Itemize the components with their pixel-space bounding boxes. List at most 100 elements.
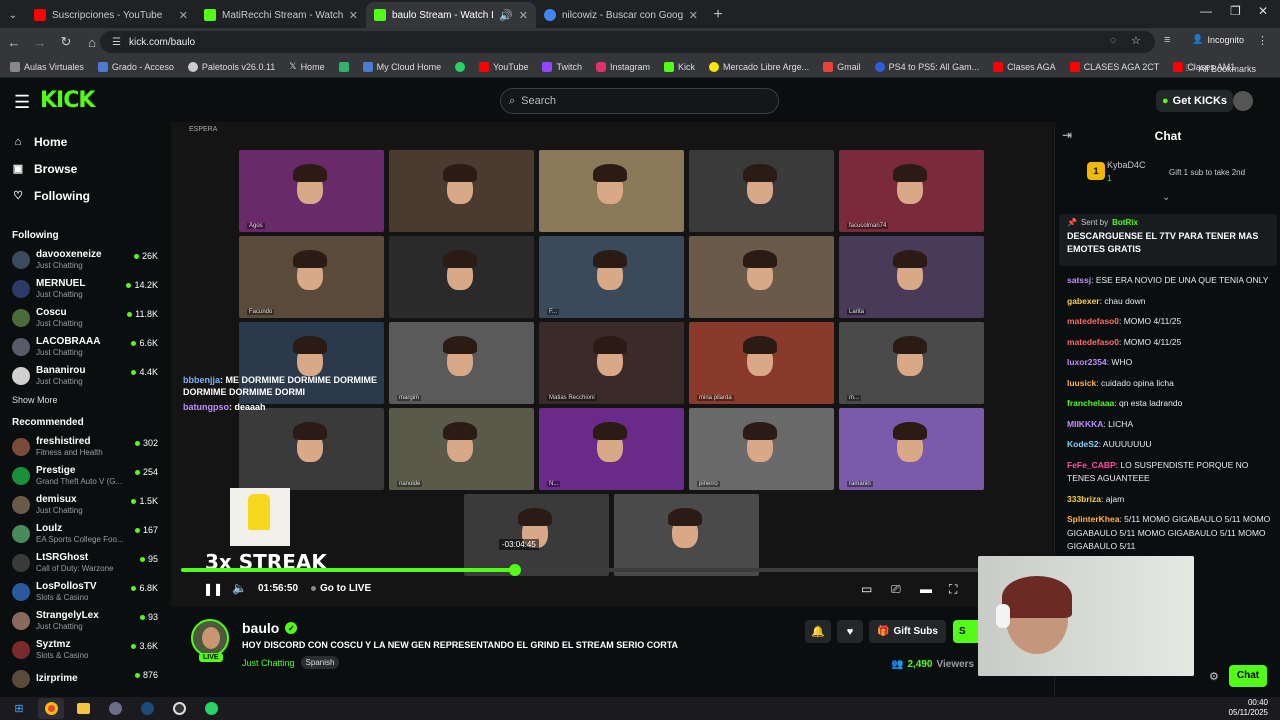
bookmark[interactable]: Aulas Virtuales (10, 61, 84, 72)
windows-start-icon[interactable]: ⊞ (6, 698, 32, 719)
sidebar-channel[interactable]: Coscu Just Chatting 11.8K (0, 303, 170, 332)
chat-username[interactable]: franchelaaa (1067, 398, 1114, 408)
media-control-icon[interactable]: ≡ (1164, 34, 1170, 46)
sidebar-channel[interactable]: Syztmz Slots & Casino 3.6K (0, 635, 170, 664)
bookmark[interactable]: PS4 to PS5: All Gam... (874, 61, 979, 72)
sidebar-channel[interactable]: davooxeneize Just Chatting 26K (0, 245, 170, 274)
get-kicks-button[interactable]: ● Get KICKs (1156, 90, 1234, 112)
bookmark[interactable]: Gmail (823, 61, 861, 72)
restore-icon[interactable]: ❐ (1230, 4, 1241, 18)
volume-icon[interactable]: 🔈 (232, 581, 247, 595)
sidebar-item-following[interactable]: ♡ Following (0, 182, 170, 209)
bookmark[interactable]: YouTube (479, 61, 528, 72)
show-more-button[interactable]: Show More (0, 390, 170, 410)
close-icon[interactable]: ✕ (349, 9, 358, 22)
chat-username[interactable]: KodeS2 (1067, 439, 1099, 449)
chrome-taskbar-icon[interactable] (38, 698, 64, 719)
pinned-announcement[interactable]: 📌 Sent by BotRix DESCARGUENSE EL 7TV PARA … (1059, 214, 1277, 266)
forward-icon[interactable]: → (28, 30, 52, 54)
chat-username[interactable]: luxor2354 (1067, 357, 1107, 367)
close-icon[interactable]: ✕ (689, 9, 698, 22)
sidebar-channel[interactable]: MERNUEL Just Chatting 14.2K (0, 274, 170, 303)
chat-username[interactable]: matedefaso0 (1067, 316, 1119, 326)
streamer-avatar[interactable] (191, 619, 229, 657)
close-icon[interactable]: ✕ (179, 9, 188, 22)
sidebar-channel[interactable]: Bananirou Just Chatting 4.4K (0, 361, 170, 390)
browser-tab[interactable]: nilcowiz - Buscar con Google ✕ (536, 2, 706, 28)
chat-username[interactable]: 333briza (1067, 494, 1101, 504)
reload-icon[interactable]: ↻ (54, 30, 78, 54)
follow-button[interactable]: ♥ (837, 620, 863, 643)
sidebar-channel[interactable]: StrangelyLex Just Chatting 93 (0, 606, 170, 635)
bookmark[interactable]: Mercado Libre Arge... (709, 61, 809, 72)
user-avatar[interactable] (1233, 91, 1253, 111)
browser-tab[interactable]: Suscripciones - YouTube ✕ (26, 2, 196, 28)
bookmark[interactable]: Twitch (542, 61, 582, 72)
new-tab-button[interactable]: + (706, 2, 730, 28)
chat-username[interactable]: satssj (1067, 275, 1091, 285)
browser-tab[interactable]: MatiRecchi Stream - Watch Live ✕ (196, 2, 366, 28)
kick-logo[interactable]: KICK (40, 88, 95, 113)
bookmark[interactable]: CLASES AGA 2CT (1069, 61, 1159, 72)
browser-tab-active[interactable]: baulo Stream - Watch Live 🔊 ✕ (366, 2, 536, 28)
chat-username[interactable]: FeFe_CABP (1067, 460, 1116, 470)
chrome-incognito-taskbar-icon[interactable] (102, 698, 128, 719)
theater-mode-icon[interactable]: ▬ (920, 582, 932, 596)
sidebar-channel[interactable]: LosPollosTV Slots & Casino 6.8K (0, 577, 170, 606)
video-player[interactable]: ESPERA Agos facucolman74 Facundo F... Larita… (171, 122, 1053, 607)
sidebar-channel[interactable]: freshistired Fitness and Health 302 (0, 432, 170, 461)
chat-username[interactable]: MIIKKKA (1067, 419, 1103, 429)
whatsapp-taskbar-icon[interactable] (198, 698, 224, 719)
seek-bar[interactable] (181, 564, 1043, 576)
star-icon[interactable]: ☆ (1131, 34, 1141, 47)
sidebar-item-browse[interactable]: ▣ Browse (0, 155, 170, 182)
leader-user[interactable]: KybaD4C (1107, 160, 1146, 170)
clip-icon[interactable]: ⎚ (891, 582, 901, 597)
gift-subs-button[interactable]: 🎁 Gift Subs (869, 620, 946, 643)
chat-username[interactable]: matedefaso0 (1067, 337, 1119, 347)
notification-bell-button[interactable]: 🔔 (805, 620, 831, 643)
bookmark[interactable]: 𝕏 Home (289, 61, 324, 72)
sidebar-channel[interactable]: demisux Just Chatting 1.5K (0, 490, 170, 519)
bookmark[interactable]: Clases AGA (993, 61, 1056, 72)
chat-username[interactable]: SplinterKhea (1067, 514, 1119, 524)
eye-off-icon[interactable]: ◌ (1110, 35, 1116, 46)
incognito-indicator[interactable]: 👤 Incognito (1192, 34, 1244, 45)
pause-icon[interactable]: ❚❚ (203, 582, 223, 596)
streamer-name[interactable]: baulo ✓ (242, 620, 298, 636)
sidebar-channel[interactable]: Loulz EA Sports College Foo... 167 (0, 519, 170, 548)
bookmark[interactable]: Paletools v26.0.11 (187, 61, 275, 72)
close-window-icon[interactable]: ✕ (1258, 4, 1268, 18)
all-bookmarks-button[interactable]: 🗀 All Bookmarks (1185, 61, 1256, 77)
steam-taskbar-icon[interactable] (134, 698, 160, 719)
site-info-icon[interactable]: ☰ (112, 37, 121, 48)
obs-taskbar-icon[interactable] (166, 698, 192, 719)
tab-search-button[interactable]: ⌄ (0, 2, 26, 28)
sidebar-channel[interactable]: Izirprime 876 (0, 664, 170, 693)
language-tag[interactable]: Spanish (300, 656, 340, 669)
chat-username[interactable]: luusick (1067, 378, 1096, 388)
bookmark[interactable]: Grado - Acceso (97, 61, 174, 72)
sidebar-channel[interactable]: LtSRGhost Call of Duty: Warzone 95 (0, 548, 170, 577)
back-icon[interactable]: ← (2, 30, 26, 54)
audio-icon[interactable]: 🔊 (499, 9, 513, 22)
bookmark[interactable] (338, 61, 349, 72)
chat-settings-icon[interactable]: ⚙ (1209, 670, 1219, 683)
hamburger-menu-icon[interactable]: ☰ (14, 92, 30, 113)
sidebar-item-home[interactable]: ⌂ Home (0, 128, 170, 155)
search-input[interactable]: ⌕ Search (500, 88, 779, 114)
close-icon[interactable]: ✕ (519, 9, 528, 22)
sidebar-channel[interactable]: Prestige Grand Theft Auto V (G... 254 (0, 461, 170, 490)
miniplayer-icon[interactable]: ▭ (861, 582, 872, 596)
bookmark[interactable]: Instagram (596, 61, 650, 72)
sidebar-channel[interactable]: LACOBRAAA Just Chatting 6.6K (0, 332, 170, 361)
chat-username[interactable]: gabexer (1067, 296, 1100, 306)
kebab-menu-icon[interactable]: ⋮ (1257, 34, 1268, 47)
send-chat-button[interactable]: Chat (1229, 665, 1267, 687)
bookmark[interactable] (455, 61, 466, 72)
url-bar[interactable]: ☰ kick.com/baulo (100, 31, 1155, 53)
minimize-icon[interactable]: — (1200, 4, 1212, 18)
fullscreen-icon[interactable]: ⛶ (949, 582, 957, 597)
bookmark[interactable]: My Cloud Home (362, 61, 441, 72)
explorer-taskbar-icon[interactable] (70, 698, 96, 719)
